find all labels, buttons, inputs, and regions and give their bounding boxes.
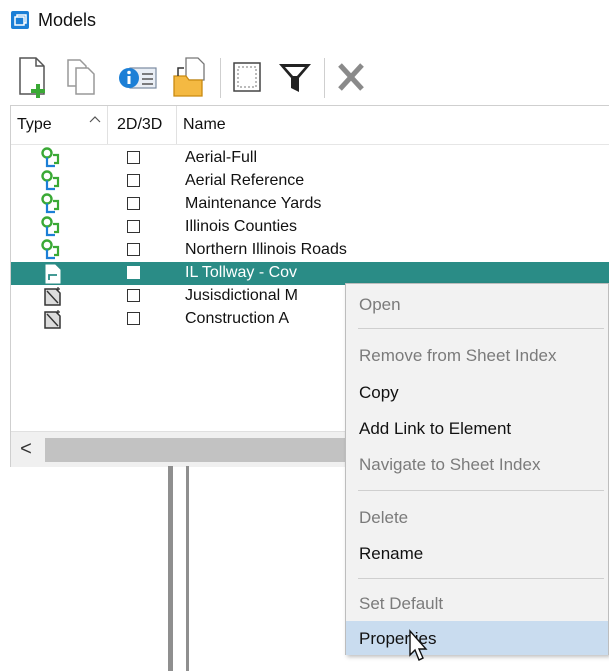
2d3d-checkbox[interactable]	[127, 151, 140, 164]
splitter-bar[interactable]	[186, 466, 189, 671]
model-name: Construction A	[185, 310, 290, 327]
reference-link-icon	[41, 170, 60, 191]
models-window-icon	[11, 11, 29, 29]
table-row[interactable]: Northern Illinois Roads	[11, 239, 609, 262]
menu-item-label: Remove from Sheet Index	[359, 346, 557, 365]
create-model-button[interactable]	[14, 54, 54, 100]
menu-item-label: Copy	[359, 383, 399, 402]
mouse-pointer-icon	[409, 629, 428, 661]
column-divider[interactable]	[176, 106, 177, 144]
column-header-2d3d[interactable]: 2D/3D	[117, 116, 162, 134]
column-divider[interactable]	[107, 106, 108, 144]
2d3d-checkbox[interactable]	[127, 220, 140, 233]
2d3d-checkbox[interactable]	[127, 312, 140, 325]
table-row-selected[interactable]: IL Tollway - Cov	[11, 262, 609, 285]
funnel-filter-icon	[279, 64, 311, 92]
menu-item-remove-from-sheet-index[interactable]: Remove from Sheet Index	[346, 338, 608, 372]
reference-link-icon	[41, 147, 60, 168]
table-row[interactable]: Illinois Counties	[11, 216, 609, 239]
context-menu: Open Remove from Sheet Index Copy Add Li…	[345, 283, 609, 655]
menu-item-label: Add Link to Element	[359, 419, 512, 438]
info-properties-icon	[119, 67, 157, 89]
table-row[interactable]: Maintenance Yards	[11, 193, 609, 216]
model-properties-button[interactable]	[116, 54, 157, 100]
menu-item-label: Set Default	[359, 594, 444, 613]
2d3d-checkbox[interactable]	[127, 197, 140, 210]
scroll-left-button[interactable]: <	[11, 432, 41, 467]
menu-item-set-default[interactable]: Set Default	[346, 586, 608, 620]
menu-item-properties[interactable]: Properties	[346, 621, 608, 655]
menu-item-rename[interactable]: Rename	[346, 536, 608, 570]
select-all-button[interactable]	[228, 54, 268, 100]
column-header-name[interactable]: Name	[183, 116, 226, 134]
window-title: Models	[38, 10, 97, 30]
toolbar-separator	[324, 58, 325, 98]
drawing-model-icon	[44, 287, 61, 306]
model-name: Jusisdictional M	[185, 287, 298, 304]
menu-item-label: Open	[359, 295, 401, 314]
reference-link-icon	[41, 216, 60, 237]
menu-separator	[358, 490, 604, 491]
menu-item-open[interactable]: Open	[346, 287, 608, 321]
model-name: Northern Illinois Roads	[185, 241, 347, 258]
menu-item-navigate-to-sheet-index[interactable]: Navigate to Sheet Index	[346, 447, 608, 481]
2d3d-checkbox[interactable]	[127, 266, 140, 279]
models-toolbar	[14, 54, 609, 100]
menu-item-copy[interactable]: Copy	[346, 375, 608, 409]
menu-item-add-link-to-element[interactable]: Add Link to Element	[346, 411, 608, 445]
column-header-type[interactable]: Type	[17, 116, 52, 134]
toolbar-separator	[220, 58, 221, 98]
2d3d-checkbox[interactable]	[127, 174, 140, 187]
sheet-model-icon	[45, 264, 61, 284]
menu-separator	[358, 578, 604, 579]
title-bar: Models	[0, 0, 609, 44]
select-box-icon	[233, 62, 261, 92]
filter-button[interactable]	[276, 54, 316, 100]
menu-item-label: Rename	[359, 544, 424, 563]
reference-link-icon	[41, 193, 60, 214]
table-row[interactable]: Aerial-Full	[11, 147, 609, 170]
menu-item-label: Navigate to Sheet Index	[359, 455, 541, 474]
drawing-model-icon	[44, 310, 61, 329]
delete-model-button[interactable]	[332, 54, 372, 100]
copy-document-icon	[67, 59, 95, 95]
2d3d-checkbox[interactable]	[127, 243, 140, 256]
menu-item-label: Delete	[359, 508, 409, 527]
model-name: IL Tollway - Cov	[185, 264, 298, 281]
menu-item-delete[interactable]: Delete	[346, 500, 608, 534]
model-name: Illinois Counties	[185, 218, 298, 235]
model-name: Maintenance Yards	[185, 195, 322, 212]
import-model-button[interactable]	[172, 54, 212, 100]
folder-import-icon	[173, 57, 205, 97]
2d3d-checkbox[interactable]	[127, 289, 140, 302]
splitter-bar[interactable]	[168, 466, 173, 671]
model-name: Aerial Reference	[185, 172, 305, 189]
copy-model-button[interactable]	[64, 54, 104, 100]
sort-ascending-icon	[89, 116, 101, 123]
reference-link-icon	[41, 239, 60, 260]
column-header-row: Type 2D/3D Name	[11, 106, 609, 145]
scrollbar-thumb[interactable]	[45, 438, 375, 462]
x-delete-icon	[338, 63, 364, 91]
new-document-plus-icon	[19, 57, 45, 98]
table-row[interactable]: Aerial Reference	[11, 170, 609, 193]
menu-separator	[358, 328, 604, 329]
model-name: Aerial-Full	[185, 149, 258, 166]
